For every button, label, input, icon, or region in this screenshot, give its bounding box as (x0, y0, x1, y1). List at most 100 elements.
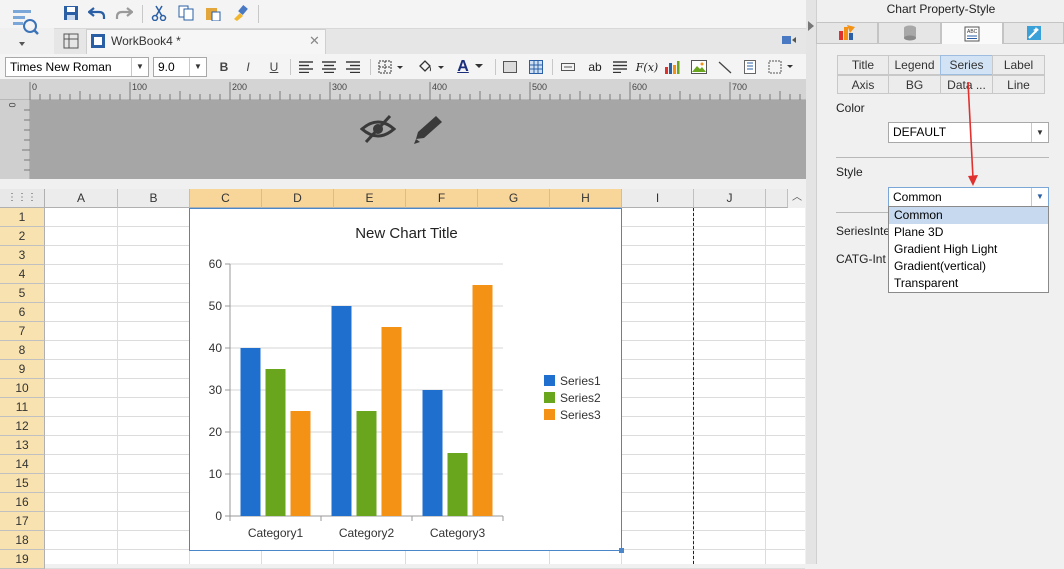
row-header[interactable]: 3 (0, 246, 45, 265)
row-header[interactable]: 10 (0, 379, 45, 398)
formula-icon[interactable]: F(x) (636, 58, 658, 76)
subtab-label[interactable]: Label (992, 55, 1045, 75)
color-select-value: DEFAULT (893, 125, 947, 139)
row-header[interactable]: 19 (0, 550, 45, 569)
align-left-icon[interactable] (297, 58, 315, 76)
chart-svg: 0 10 20 30 40 50 60 Category1 Category2 Category3… (209, 257, 601, 540)
tab-style[interactable]: ABC (941, 22, 1003, 44)
cut-icon[interactable] (149, 3, 169, 23)
ruler-label: 600 (632, 82, 648, 92)
row-header[interactable]: 7 (0, 322, 45, 341)
chart-resize-handle[interactable] (619, 548, 624, 553)
row-header[interactable]: 2 (0, 227, 45, 246)
insert-image-icon[interactable] (689, 58, 709, 76)
chart-container[interactable]: New Chart Title 0 10 20 30 40 50 60 Category1 Ca… (189, 208, 622, 551)
font-size-select[interactable]: 9.0 ▼ (153, 57, 207, 77)
subtab-bg[interactable]: BG (888, 75, 941, 94)
catg-interval-label: CATG-Int (836, 252, 886, 266)
align-right-icon[interactable] (344, 58, 362, 76)
paragraph-icon[interactable] (611, 58, 629, 76)
column-header[interactable]: A (45, 189, 118, 208)
row-header[interactable]: 8 (0, 341, 45, 360)
style-option[interactable]: Plane 3D (889, 224, 1048, 241)
column-header[interactable]: J (694, 189, 766, 208)
column-header[interactable]: E (334, 189, 406, 208)
close-tab-icon[interactable]: ✕ (309, 33, 320, 49)
bar (381, 327, 402, 516)
workbook-tab[interactable]: WorkBook4 * ✕ (86, 29, 326, 54)
underline-button[interactable]: U (265, 58, 283, 76)
ruler-label: 400 (432, 82, 448, 92)
tab-data[interactable] (878, 22, 941, 44)
tab-chart-type[interactable] (816, 22, 878, 44)
line-icon[interactable] (716, 58, 734, 76)
row-header[interactable]: 15 (0, 474, 45, 493)
legend-label: Series3 (560, 408, 601, 422)
tab-menu-icon[interactable] (782, 34, 796, 46)
subtab-line[interactable]: Line (992, 75, 1045, 94)
style-select[interactable]: Common ▼ (888, 187, 1049, 207)
subtab-series[interactable]: Series (940, 55, 993, 75)
font-name-select[interactable]: Times New Roman ▼ (5, 57, 149, 77)
column-header[interactable]: B (118, 189, 190, 208)
panel-collapse-icon[interactable] (807, 20, 815, 31)
subtab-title[interactable]: Title (837, 55, 889, 75)
column-header[interactable]: C (190, 189, 262, 208)
hide-eye-icon[interactable] (359, 113, 397, 145)
row-header[interactable]: 18 (0, 531, 45, 550)
barcode-icon[interactable] (741, 58, 759, 76)
text-color-icon[interactable]: A (454, 57, 488, 77)
row-header[interactable]: 13 (0, 436, 45, 455)
column-header[interactable]: H (550, 189, 622, 208)
row-header[interactable]: 1 (0, 208, 45, 227)
row-header[interactable]: 4 (0, 265, 45, 284)
bar (356, 411, 377, 516)
grid-icon[interactable] (61, 31, 81, 51)
subtab-axis[interactable]: Axis (837, 75, 889, 94)
y-tick-label: 30 (209, 383, 223, 397)
align-center-icon[interactable] (320, 58, 338, 76)
select-all-corner[interactable]: ⋮⋮⋮ (0, 189, 45, 208)
column-header[interactable]: F (406, 189, 478, 208)
merge-cells-icon[interactable] (501, 58, 519, 76)
style-option[interactable]: Common (889, 207, 1048, 224)
column-header[interactable]: D (262, 189, 334, 208)
copy-icon[interactable] (176, 3, 196, 23)
row-header[interactable]: 14 (0, 455, 45, 474)
row-header[interactable]: 9 (0, 360, 45, 379)
paste-icon[interactable] (203, 3, 223, 23)
field-icon[interactable] (559, 58, 577, 76)
style-option[interactable]: Gradient High Light (889, 241, 1048, 258)
row-header[interactable]: 12 (0, 417, 45, 436)
column-header[interactable]: G (478, 189, 550, 208)
bold-button[interactable]: B (215, 58, 233, 76)
undo-icon[interactable] (87, 3, 107, 23)
legend-swatch (544, 375, 555, 386)
style-option[interactable]: Gradient(vertical) (889, 258, 1048, 275)
row-header[interactable]: 17 (0, 512, 45, 531)
y-tick-label: 20 (209, 425, 223, 439)
row-header[interactable]: 6 (0, 303, 45, 322)
ruler-label: 200 (232, 82, 248, 92)
edit-pencil-icon[interactable] (412, 113, 446, 145)
column-header[interactable]: I (622, 189, 694, 208)
row-header[interactable]: 5 (0, 284, 45, 303)
table-icon[interactable] (527, 58, 545, 76)
text-abc-icon[interactable]: ab (585, 58, 605, 76)
preview-icon[interactable] (8, 4, 40, 48)
save-icon[interactable] (61, 3, 81, 23)
row-header[interactable]: 16 (0, 493, 45, 512)
italic-button[interactable]: I (239, 58, 257, 76)
redo-icon[interactable] (114, 3, 134, 23)
format-painter-icon[interactable] (230, 3, 250, 23)
tab-effects[interactable] (1003, 22, 1064, 44)
style-option[interactable]: Transparent (889, 275, 1048, 292)
scroll-up-icon[interactable]: ︿ (788, 189, 806, 208)
annotation-arrow (967, 81, 978, 186)
subtab-legend[interactable]: Legend (888, 55, 941, 75)
shape-icon[interactable] (767, 58, 797, 76)
row-header[interactable]: 11 (0, 398, 45, 417)
insert-chart-icon[interactable] (663, 58, 681, 76)
fill-color-icon[interactable] (416, 58, 446, 76)
border-icon[interactable] (377, 58, 405, 76)
